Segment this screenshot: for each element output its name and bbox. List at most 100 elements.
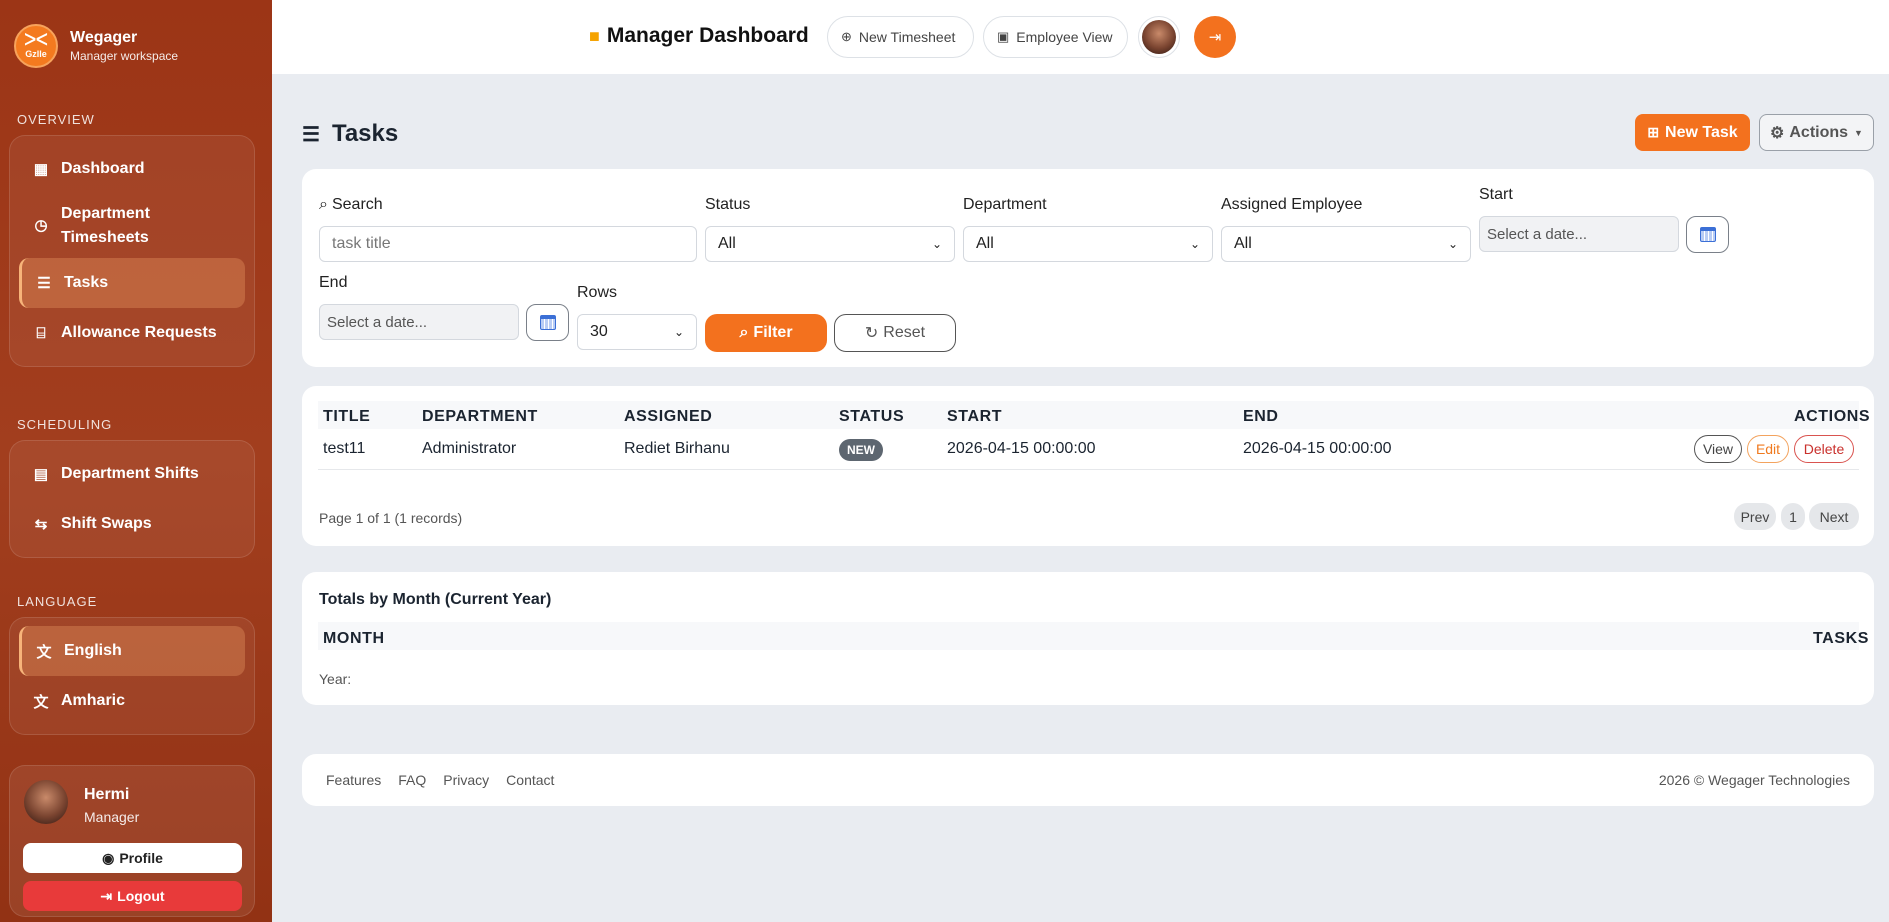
new-task-label: New Task xyxy=(1665,123,1738,141)
nav-group-language: 文 English 文 Amharic xyxy=(9,617,255,735)
sidebar-item-label: Amharic xyxy=(61,692,126,709)
status-badge: NEW xyxy=(839,439,883,461)
section-label-scheduling: SCHEDULING xyxy=(17,417,113,432)
nav-group-overview: ▦ Dashboard ◷ Department Timesheets ☰ Ta… xyxy=(9,135,255,367)
year-label: Year: xyxy=(319,671,352,687)
page-1-button[interactable]: 1 xyxy=(1781,503,1805,530)
status-select[interactable]: All ⌄ xyxy=(705,226,955,262)
column-header-status: STATUS xyxy=(839,408,905,425)
delete-button[interactable]: Delete xyxy=(1794,435,1854,463)
sidebar-item-english[interactable]: 文 English xyxy=(19,626,245,676)
filter-button[interactable]: ⌕ Filter xyxy=(705,314,827,352)
column-header-department: DEPARTMENT xyxy=(422,408,538,425)
employee-view-label: Employee View xyxy=(1016,29,1113,45)
refresh-icon: ↻ xyxy=(864,325,879,342)
end-date-calendar-button[interactable] xyxy=(526,304,569,341)
clock-icon: ◷ xyxy=(34,217,48,234)
user-card: Hermi Manager ◉ Profile ⇥ Logout xyxy=(9,765,255,917)
actions-label: Actions xyxy=(1789,123,1849,141)
start-date-placeholder: Select a date... xyxy=(1487,225,1588,243)
employee-view-button[interactable]: ▣ Employee View xyxy=(983,16,1128,58)
logout-button[interactable]: ⇥ Logout xyxy=(23,881,242,911)
sidebar-item-department-timesheets[interactable]: ◷ Department Timesheets xyxy=(19,194,245,258)
section-label-language: LANGUAGE xyxy=(17,594,98,609)
new-timesheet-button[interactable]: ⊕ New Timesheet xyxy=(827,16,974,58)
next-page-button[interactable]: Next xyxy=(1809,503,1859,530)
sidebar-item-allowance-requests[interactable]: ⌸ Allowance Requests xyxy=(19,308,245,358)
footer-link-features[interactable]: Features xyxy=(326,772,381,788)
nav-group-scheduling: ▤ Department Shifts ⇆ Shift Swaps xyxy=(9,440,255,558)
footer-link-contact[interactable]: Contact xyxy=(506,772,554,788)
row-divider xyxy=(318,469,1859,470)
new-task-button[interactable]: ⊞ New Task xyxy=(1635,114,1750,151)
page-title: ☰ Tasks xyxy=(302,120,398,148)
logo-glyph-icon: ᐳᐸ xyxy=(24,32,48,49)
tasks-table-card: TITLE DEPARTMENT ASSIGNED STATUS START E… xyxy=(302,386,1874,546)
edit-button[interactable]: Edit xyxy=(1747,435,1789,463)
sidebar-item-amharic[interactable]: 文 Amharic xyxy=(19,676,245,726)
column-header-end: END xyxy=(1243,408,1279,425)
user-circle-icon: ◉ xyxy=(102,849,115,866)
topbar-avatar[interactable] xyxy=(1138,16,1180,58)
page-title-text: Tasks xyxy=(331,120,399,147)
logout-label: Logout xyxy=(117,888,165,904)
sidebar-item-dashboard[interactable]: ▦ Dashboard xyxy=(19,144,245,194)
footer-link-faq[interactable]: FAQ xyxy=(398,772,426,788)
sidebar-item-label: Tasks xyxy=(64,274,109,291)
chevron-down-icon: ⌄ xyxy=(931,237,942,251)
column-header-month: MONTH xyxy=(323,630,385,647)
logo-text: Gzlle xyxy=(25,49,47,59)
section-label-overview: OVERVIEW xyxy=(17,112,95,127)
task-end: 2026-04-15 00:00:00 xyxy=(1243,440,1392,457)
chevron-down-icon: ⌄ xyxy=(1447,237,1458,251)
gear-icon: ⚙ xyxy=(1770,124,1785,142)
reset-button[interactable]: ↻ Reset xyxy=(834,314,956,352)
copyright: 2026 © Wegager Technologies xyxy=(1658,772,1850,788)
calendar-icon: ▤ xyxy=(33,466,49,483)
search-icon: ⌕ xyxy=(319,196,328,213)
briefcase-icon: ■ xyxy=(589,25,600,46)
department-value: All xyxy=(976,235,994,252)
view-button[interactable]: View xyxy=(1694,435,1742,463)
profile-button[interactable]: ◉ Profile xyxy=(23,843,242,873)
dashboard-title: ■ Manager Dashboard xyxy=(589,24,809,48)
reset-label: Reset xyxy=(883,324,926,341)
brand-logo: ᐳᐸ Gzlle xyxy=(14,24,58,68)
filter-card: ⌕ Search task title Status All ⌄ Departm… xyxy=(302,169,1874,367)
totals-header xyxy=(318,622,1859,650)
rows-label: Rows xyxy=(577,284,618,301)
assigned-employee-select[interactable]: All ⌄ xyxy=(1221,226,1471,262)
file-plus-icon: ⊞ xyxy=(1647,124,1660,140)
brand-subtitle: Manager workspace xyxy=(70,49,179,63)
brand[interactable]: ᐳᐸ Gzlle Wegager Manager workspace xyxy=(14,24,178,68)
footer-link-privacy[interactable]: Privacy xyxy=(443,772,489,788)
status-value: All xyxy=(718,235,736,252)
department-label: Department xyxy=(963,196,1047,213)
sidebar-item-shift-swaps[interactable]: ⇆ Shift Swaps xyxy=(19,499,245,549)
department-select[interactable]: All ⌄ xyxy=(963,226,1213,262)
footer: Features FAQ Privacy Contact 2026 © Wega… xyxy=(302,754,1874,806)
start-date-calendar-button[interactable] xyxy=(1686,216,1729,253)
search-input[interactable]: task title xyxy=(319,226,697,262)
logout-icon: ⇥ xyxy=(1208,29,1222,46)
sidebar-item-tasks[interactable]: ☰ Tasks xyxy=(19,258,245,308)
pager-info: Page 1 of 1 (1 records) xyxy=(319,510,463,526)
sidebar-item-department-shifts[interactable]: ▤ Department Shifts xyxy=(19,449,245,499)
list-check-icon: ☰ xyxy=(302,123,320,146)
column-header-start: START xyxy=(947,408,1003,425)
chevron-down-icon: ⌄ xyxy=(1189,237,1200,251)
sidebar-item-label: Allowance Requests xyxy=(61,324,217,341)
list-icon: ☰ xyxy=(37,275,51,292)
topbar-logout-button[interactable]: ⇥ xyxy=(1194,16,1236,58)
rows-select[interactable]: 30 ⌄ xyxy=(577,314,697,350)
prev-page-button[interactable]: Prev xyxy=(1734,503,1776,530)
brand-name: Wegager xyxy=(70,29,138,46)
start-date-input[interactable]: Select a date... xyxy=(1479,216,1679,252)
user-name: Hermi xyxy=(84,786,130,803)
column-header-tasks: TASKS xyxy=(1813,630,1870,647)
id-badge-icon: ▣ xyxy=(997,29,1010,44)
totals-card: Totals by Month (Current Year) MONTH TAS… xyxy=(302,572,1874,705)
search-label: ⌕ Search xyxy=(319,196,383,214)
end-date-input[interactable]: Select a date... xyxy=(319,304,519,340)
actions-dropdown[interactable]: ⚙ Actions ▼ xyxy=(1759,114,1874,151)
